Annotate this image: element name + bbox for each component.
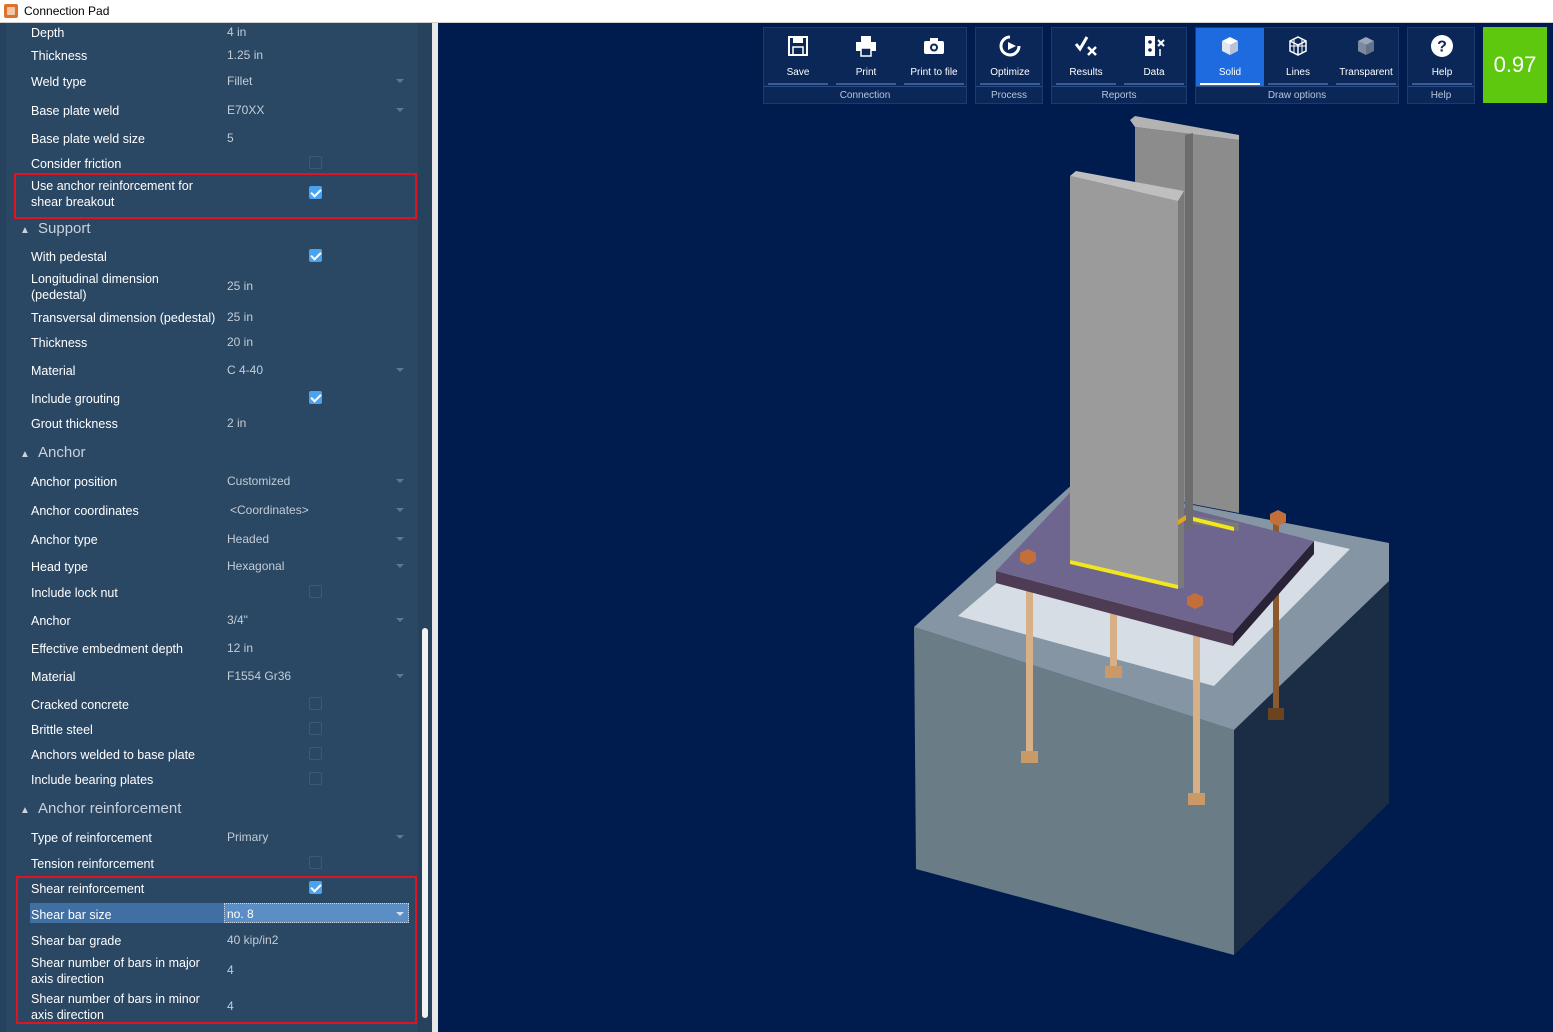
property-label: Anchor position [31, 475, 118, 489]
property-label: Include lock nut [31, 586, 118, 600]
property-label: Material [31, 364, 76, 378]
anchors-welded-checkbox[interactable] [309, 747, 322, 760]
property-label: Thickness [31, 49, 88, 63]
include-lock-nut-checkbox[interactable] [309, 585, 322, 598]
property-value[interactable]: Primary [227, 830, 268, 844]
property-label: Effective embedment depth [31, 642, 183, 656]
property-value[interactable]: 5 [227, 131, 234, 145]
property-label: Depth [31, 26, 65, 40]
window-title: Connection Pad [24, 4, 110, 18]
property-label: Head type [31, 560, 88, 574]
property-value[interactable]: Hexagonal [227, 559, 284, 573]
property-value[interactable]: 12 in [227, 641, 253, 655]
chevron-down-icon[interactable] [396, 618, 404, 622]
property-value[interactable]: Fillet [227, 74, 252, 88]
chevron-down-icon[interactable] [396, 479, 404, 483]
property-label: Base plate weld [31, 104, 120, 118]
column-front-flange-edge [1178, 191, 1184, 588]
property-value[interactable]: <Coordinates> [230, 503, 309, 517]
property-label: Weld type [31, 75, 87, 89]
connection-3d-model[interactable] [438, 23, 1553, 1032]
3d-viewport[interactable]: Save Print Print to file Connection Opti… [438, 23, 1553, 1032]
column-front-flange [1070, 176, 1178, 588]
property-value[interactable]: 1.25 in [227, 48, 263, 62]
chevron-down-icon[interactable] [396, 79, 404, 83]
annotation-box-bottom [16, 876, 417, 1024]
with-pedestal-checkbox[interactable] [309, 249, 322, 262]
app-icon [4, 4, 18, 18]
property-value[interactable]: C 4-40 [227, 363, 263, 377]
column-web [1185, 133, 1193, 531]
section-support[interactable]: ▲ Support [20, 220, 91, 237]
title-bar: Connection Pad [0, 0, 1553, 23]
chevron-down-icon[interactable] [396, 564, 404, 568]
property-label: Consider friction [31, 157, 122, 171]
property-label: With pedestal [31, 250, 107, 264]
section-title: Anchor [38, 444, 86, 461]
property-value[interactable]: Customized [227, 474, 290, 488]
section-title: Support [38, 220, 91, 237]
property-label: Longitudinal dimension (pedestal) [31, 272, 159, 302]
properties-panel: Depth 4 in Thickness 1.25 in Weld type F… [0, 23, 432, 1032]
section-anchor-reinforcement[interactable]: ▲ Anchor reinforcement [20, 800, 181, 817]
chevron-up-icon[interactable]: ▲ [20, 805, 30, 816]
property-label: Base plate weld size [31, 132, 145, 146]
chevron-up-icon[interactable]: ▲ [20, 225, 30, 236]
scrollbar-thumb[interactable] [422, 628, 428, 1018]
property-label: Brittle steel [31, 723, 93, 737]
chevron-down-icon[interactable] [396, 508, 404, 512]
property-value[interactable]: 4 in [227, 25, 246, 39]
chevron-up-icon[interactable]: ▲ [20, 449, 30, 460]
chevron-down-icon[interactable] [396, 674, 404, 678]
property-label: Tension reinforcement [31, 857, 154, 871]
property-label: Anchors welded to base plate [31, 748, 195, 762]
tension-reinforcement-checkbox[interactable] [309, 856, 322, 869]
property-label: Anchor type [31, 533, 98, 547]
property-value[interactable]: 25 in [227, 310, 253, 324]
property-label: Include grouting [31, 392, 120, 406]
include-bearing-plates-checkbox[interactable] [309, 772, 322, 785]
include-grouting-checkbox[interactable] [309, 391, 322, 404]
annotation-box-top [14, 173, 417, 219]
section-title: Anchor reinforcement [38, 800, 182, 817]
property-value[interactable]: 2 in [227, 416, 246, 430]
chevron-down-icon[interactable] [396, 537, 404, 541]
property-value[interactable]: 20 in [227, 335, 253, 349]
chevron-down-icon[interactable] [396, 108, 404, 112]
property-value[interactable]: F1554 Gr36 [227, 669, 291, 683]
property-value[interactable]: Headed [227, 532, 269, 546]
property-label: Type of reinforcement [31, 831, 152, 845]
property-label: Anchor [31, 614, 71, 628]
chevron-down-icon[interactable] [396, 368, 404, 372]
property-label: Cracked concrete [31, 698, 129, 712]
property-label: Transversal dimension (pedestal) [31, 311, 216, 325]
property-label: Include bearing plates [31, 773, 154, 787]
property-value[interactable]: E70XX [227, 103, 264, 117]
brittle-steel-checkbox[interactable] [309, 722, 322, 735]
property-label: Material [31, 670, 76, 684]
property-label: Grout thickness [31, 417, 118, 431]
property-label: Thickness [31, 336, 88, 350]
consider-friction-checkbox[interactable] [309, 156, 322, 169]
cracked-concrete-checkbox[interactable] [309, 697, 322, 710]
property-value[interactable]: 3/4" [227, 613, 248, 627]
property-value[interactable]: 25 in [227, 279, 253, 293]
property-label: Anchor coordinates [31, 504, 139, 518]
section-anchor[interactable]: ▲ Anchor [20, 444, 86, 461]
chevron-down-icon[interactable] [396, 835, 404, 839]
